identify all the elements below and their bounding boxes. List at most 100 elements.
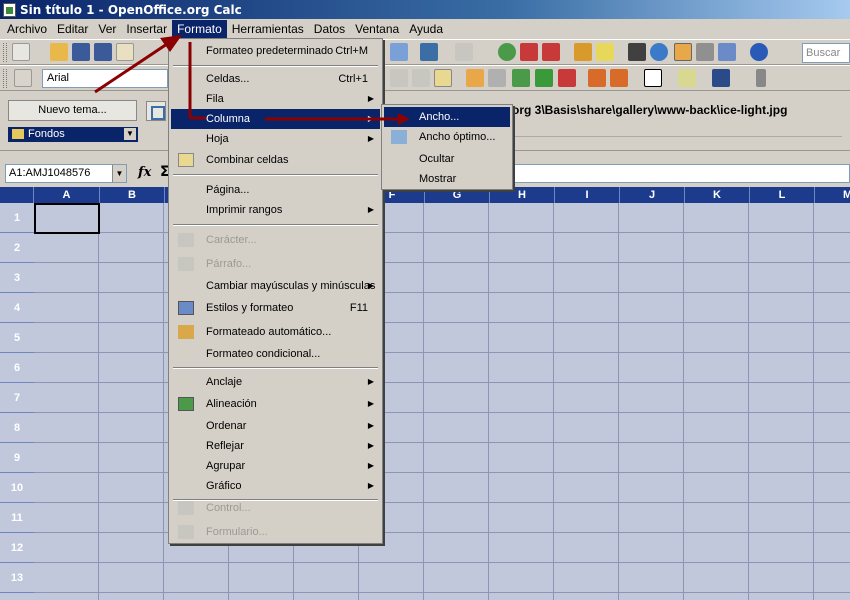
gallery-icon[interactable]	[674, 43, 692, 61]
new-theme-button[interactable]: Nuevo tema...	[8, 100, 137, 121]
menu-item-default-formatting[interactable]: Formateo predeterminado Ctrl+M	[171, 41, 380, 61]
row-header[interactable]: 7	[0, 383, 34, 413]
data-sources-icon[interactable]	[696, 43, 714, 61]
toolbar-grip[interactable]	[3, 43, 7, 62]
submenu-item-optimal-width[interactable]: Ancho óptimo...	[384, 127, 510, 147]
row-header[interactable]: 8	[0, 413, 34, 443]
icon-view-icon[interactable]	[146, 101, 166, 121]
background-color-icon[interactable]	[678, 69, 696, 87]
select-all-corner[interactable]	[0, 187, 34, 203]
menu-item-sheet[interactable]: Hoja ▶	[171, 129, 380, 149]
menu-item-change-case[interactable]: Cambiar mayúsculas y minúsculas ▶	[171, 276, 380, 296]
toolbar-grip[interactable]	[3, 69, 7, 88]
menu-item-conditional-formatting[interactable]: Formateo condicional...	[171, 344, 380, 364]
sort-ascending-icon[interactable]	[520, 43, 538, 61]
formula-input[interactable]	[512, 164, 850, 183]
row-header[interactable]: 12	[0, 533, 34, 563]
column-header[interactable]: J	[620, 187, 685, 203]
borders-icon[interactable]	[644, 69, 662, 87]
increase-indent-icon[interactable]	[610, 69, 628, 87]
redo-icon[interactable]	[455, 43, 473, 61]
styles-icon[interactable]	[14, 69, 32, 87]
row-header[interactable]: 4	[0, 293, 34, 323]
cell-area[interactable]	[34, 203, 850, 600]
column-header[interactable]: L	[750, 187, 815, 203]
submenu-item-show[interactable]: Mostrar	[384, 169, 510, 189]
insert-chart-icon[interactable]	[574, 43, 592, 61]
currency-format-icon[interactable]	[466, 69, 484, 87]
function-wizard-icon[interactable]: fx	[138, 165, 151, 180]
format-paintbrush-icon[interactable]	[390, 43, 408, 61]
menu-insertar[interactable]: Insertar	[121, 20, 172, 38]
menu-item-form[interactable]: Formulario...	[171, 522, 380, 542]
row-header[interactable]: 10	[0, 473, 34, 503]
column-header[interactable]: B	[100, 187, 165, 203]
align-right-icon[interactable]	[390, 69, 408, 87]
theme-list-item-selected[interactable]: Fondos ▼	[8, 127, 138, 142]
save-icon[interactable]	[72, 43, 90, 61]
menu-archivo[interactable]: Archivo	[2, 20, 52, 38]
standard-format-icon[interactable]	[512, 69, 530, 87]
submenu-item-hide[interactable]: Ocultar	[384, 149, 510, 169]
zoom-icon[interactable]	[718, 43, 736, 61]
menu-ver[interactable]: Ver	[93, 20, 121, 38]
menu-item-row[interactable]: Fila ▶	[171, 89, 380, 109]
row-header[interactable]: 2	[0, 233, 34, 263]
chevron-down-icon[interactable]: ▼	[112, 165, 126, 182]
menu-item-autoformat[interactable]: Formateado automático...	[171, 322, 380, 342]
row-header[interactable]: 13	[0, 563, 34, 593]
row-header[interactable]: 3	[0, 263, 34, 293]
menu-item-column[interactable]: Columna ▶	[171, 109, 380, 129]
delete-decimal-icon[interactable]	[558, 69, 576, 87]
justify-icon[interactable]	[412, 69, 430, 87]
menu-item-group[interactable]: Agrupar ▶	[171, 456, 380, 476]
font-name-input[interactable]: Arial	[42, 69, 168, 88]
column-header[interactable]: K	[685, 187, 750, 203]
menu-formato[interactable]: Formato	[172, 20, 227, 38]
menu-ventana[interactable]: Ventana	[350, 20, 404, 38]
open-folder-icon[interactable]	[50, 43, 68, 61]
search-input[interactable]: Buscar	[802, 43, 850, 63]
menu-item-paragraph[interactable]: Párrafo...	[171, 254, 380, 274]
column-header[interactable]: A	[34, 187, 100, 203]
menu-item-print-ranges[interactable]: Imprimir rangos ▶	[171, 200, 380, 220]
menu-item-flip[interactable]: Reflejar ▶	[171, 436, 380, 456]
row-header[interactable]: 11	[0, 503, 34, 533]
row-header[interactable]: 9	[0, 443, 34, 473]
menu-item-merge-cells[interactable]: Combinar celdas	[171, 150, 380, 170]
menu-datos[interactable]: Datos	[309, 20, 350, 38]
menu-ayuda[interactable]: Ayuda	[404, 20, 448, 38]
submenu-item-width[interactable]: Ancho...	[384, 107, 510, 127]
column-header[interactable]: M	[815, 187, 850, 203]
row-header[interactable]: 6	[0, 353, 34, 383]
decrease-indent-icon[interactable]	[588, 69, 606, 87]
row-header[interactable]: 5	[0, 323, 34, 353]
add-decimal-icon[interactable]	[535, 69, 553, 87]
menu-item-cells[interactable]: Celdas... Ctrl+1	[171, 69, 380, 89]
active-cell-a1[interactable]	[34, 203, 100, 234]
menu-item-arrange[interactable]: Ordenar ▶	[171, 416, 380, 436]
new-document-icon[interactable]	[12, 43, 30, 61]
menu-herramientas[interactable]: Herramientas	[227, 20, 309, 38]
menu-item-page[interactable]: Página...	[171, 180, 380, 200]
menu-editar[interactable]: Editar	[52, 20, 93, 38]
hyperlink-icon[interactable]	[498, 43, 516, 61]
menu-item-graphic[interactable]: Gráfico ▶	[171, 476, 380, 496]
help-icon[interactable]	[750, 43, 768, 61]
menu-item-character[interactable]: Carácter...	[171, 230, 380, 250]
menu-item-alignment[interactable]: Alineación ▶	[171, 394, 380, 414]
column-header[interactable]: I	[555, 187, 620, 203]
toolbar-overflow-icon[interactable]	[756, 69, 766, 87]
row-header[interactable]: 1	[0, 203, 34, 233]
font-color-icon[interactable]	[712, 69, 730, 87]
percent-format-icon[interactable]	[488, 69, 506, 87]
merge-cells-icon[interactable]	[434, 69, 452, 87]
find-replace-icon[interactable]	[628, 43, 646, 61]
menu-item-styles-formatting[interactable]: Estilos y formateo F11	[171, 298, 380, 318]
name-box[interactable]: A1:AMJ1048576 ▼	[5, 164, 127, 183]
save-as-icon[interactable]	[94, 43, 112, 61]
chevron-down-icon[interactable]: ▼	[124, 128, 136, 140]
show-draw-functions-icon[interactable]	[596, 43, 614, 61]
sort-descending-icon[interactable]	[542, 43, 560, 61]
gallery-thumbnail-strip[interactable]	[512, 123, 842, 137]
